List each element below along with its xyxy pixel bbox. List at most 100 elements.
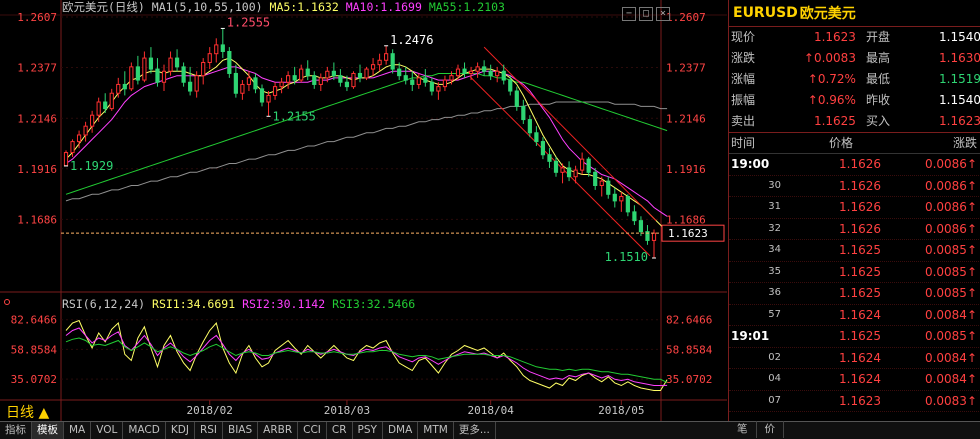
period-button[interactable]: 日线 ▲ [6, 402, 49, 422]
candle-body [580, 158, 585, 171]
indicator-tab[interactable]: KDJ [166, 422, 195, 439]
tick-price: 1.1624 [839, 372, 881, 386]
price-tick-right: 1.1916 [666, 163, 706, 176]
candle-body [233, 72, 238, 94]
candle-body [416, 77, 421, 85]
candle-body [331, 70, 336, 77]
candle-body [612, 193, 617, 202]
rsi2-label: RSI2:30.1142 [242, 297, 326, 311]
ma100-line [65, 101, 668, 202]
tick-time: 31 [768, 201, 781, 212]
quote-header: EURUSD 欧元美元 [729, 0, 980, 27]
price-annotation: 1.1929 [70, 159, 113, 173]
quote-label: 开盘 [865, 30, 890, 44]
candle-body [188, 81, 193, 92]
tick-row[interactable]: 19:01 1.1625 0.0085↑ [729, 326, 980, 348]
price-tick-right: 1.1686 [666, 213, 706, 226]
candle-body [227, 50, 232, 74]
candle-body [455, 68, 461, 77]
rsi-tick-right: 58.8584 [666, 343, 713, 356]
indicator-tab[interactable]: 模板 [32, 422, 64, 439]
candle-body [573, 169, 578, 178]
candlestick-chart[interactable]: 1.2607 1.26071.2377 1.23771.2146 1.21461.19… [0, 0, 727, 421]
candle-body [553, 160, 559, 173]
tick-row[interactable]: 30 1.1626 0.0086↑ [729, 176, 980, 197]
indicator-tab[interactable]: DMA [383, 422, 419, 439]
tick-time: 32 [768, 222, 781, 234]
indicator-tab[interactable]: VOL [91, 422, 124, 439]
indicator-tab[interactable]: CCI [298, 422, 327, 439]
tick-row[interactable]: 32 1.1626 0.0086↑ [729, 219, 980, 240]
ma-indicator-label: MA1(5,10,55,100) [151, 0, 263, 14]
ma5-label: MA5:1.1632 [269, 0, 339, 14]
tick-price: 1.1626 [839, 178, 881, 193]
rsi-params-label: RSI(6,12,24) [62, 297, 146, 311]
candle-body [475, 66, 480, 72]
symbol-period-label: 欧元美元(日线) [62, 0, 145, 14]
tick-time: 36 [768, 287, 781, 298]
tick-row[interactable]: 02 1.1624 0.0084↑ [729, 348, 980, 369]
candle-body [508, 79, 513, 92]
tick-row[interactable]: 19:00 1.1626 0.0086↑ [729, 154, 980, 176]
quote-row: 现价 1.1623 开盘 1.1540 [729, 27, 980, 48]
restore-icon[interactable]: □ [639, 7, 653, 21]
candle-body [201, 61, 206, 77]
tick-list[interactable]: 19:00 1.1626 0.0086↑ 30 1.1626 0.0086↑ 31 1.162… [729, 154, 980, 412]
indicator-tab[interactable]: BIAS [223, 422, 259, 439]
tick-table-header: 时间 价格 涨跌 [729, 132, 980, 154]
indicator-tab[interactable]: MA [64, 422, 92, 439]
candle-body [436, 86, 441, 92]
quote-panel-tab[interactable]: 笔 [729, 421, 757, 438]
indicator-tab[interactable]: RSI [195, 422, 223, 439]
indicator-tab-bar: 指标 模板 MA VOL MACD KDJ RSI BIAS ARBR CCI CR PSY DMA MT… [0, 421, 980, 439]
indicator-tab[interactable]: 更多... [454, 422, 496, 439]
candle-body [129, 66, 134, 90]
candle-body [638, 220, 644, 233]
candle-body [397, 68, 402, 77]
indicator-tab[interactable]: MACD [123, 422, 166, 439]
candle-body [305, 68, 310, 77]
quote-label: 卖出 [731, 114, 756, 128]
ma10-label: MA10:1.1699 [345, 0, 422, 14]
quote-value: 1.1630 [939, 51, 980, 65]
symbol-name: 欧元美元 [799, 6, 856, 22]
candle-body [534, 132, 539, 143]
candle-body [390, 53, 395, 70]
candle-body [96, 101, 101, 116]
tick-change: 0.0085↑ [924, 329, 977, 343]
close-icon[interactable]: × [656, 7, 670, 21]
ma5-line [65, 57, 668, 232]
indicator-tab[interactable]: ARBR [258, 422, 299, 439]
tick-row[interactable]: 31 1.1626 0.0086↑ [729, 197, 980, 219]
quote-value: 1.1623 [939, 114, 980, 128]
rsi-tick-left: 58.8584 [11, 343, 58, 356]
price-tick-right: 1.2146 [666, 112, 706, 125]
candle-body [423, 77, 428, 83]
minimize-icon[interactable]: − [622, 7, 636, 21]
indicator-tab[interactable]: CR [327, 422, 353, 439]
candle-body [351, 72, 356, 88]
tick-price-header: 价格 [828, 136, 853, 150]
tick-row[interactable]: 36 1.1625 0.0085↑ [729, 283, 980, 305]
indicator-tab[interactable]: PSY [353, 422, 383, 439]
indicator-tab[interactable]: MTM [418, 422, 454, 439]
candle-body [619, 195, 624, 202]
quote-panel-tab[interactable]: 价 [757, 421, 784, 438]
tick-row[interactable]: 35 1.1625 0.0085↑ [729, 262, 980, 283]
tick-row[interactable]: 07 1.1623 0.0083↑ [729, 391, 980, 412]
tick-row[interactable]: 04 1.1624 0.0084↑ [729, 369, 980, 391]
candle-body [449, 75, 454, 81]
candle-body [142, 57, 147, 81]
candle-body [266, 94, 271, 103]
candle-body [488, 70, 493, 77]
quote-table: 现价 1.1623 开盘 1.1540 涨跌 ↑0.0083 最高 1.1630 涨幅 ↑0.72… [729, 27, 980, 132]
candle-body [181, 66, 186, 83]
indicator-tab[interactable]: 指标 [0, 422, 32, 439]
candle-body [370, 64, 376, 70]
price-annotation: 1.2555 [227, 15, 270, 29]
quote-row: 涨跌 ↑0.0083 最高 1.1630 [729, 48, 980, 69]
quote-row: 卖出 1.1625 买入 1.1623 [729, 111, 980, 132]
candle-body [70, 141, 75, 154]
tick-row[interactable]: 34 1.1625 0.0085↑ [729, 240, 980, 262]
tick-row[interactable]: 57 1.1624 0.0084↑ [729, 305, 980, 326]
